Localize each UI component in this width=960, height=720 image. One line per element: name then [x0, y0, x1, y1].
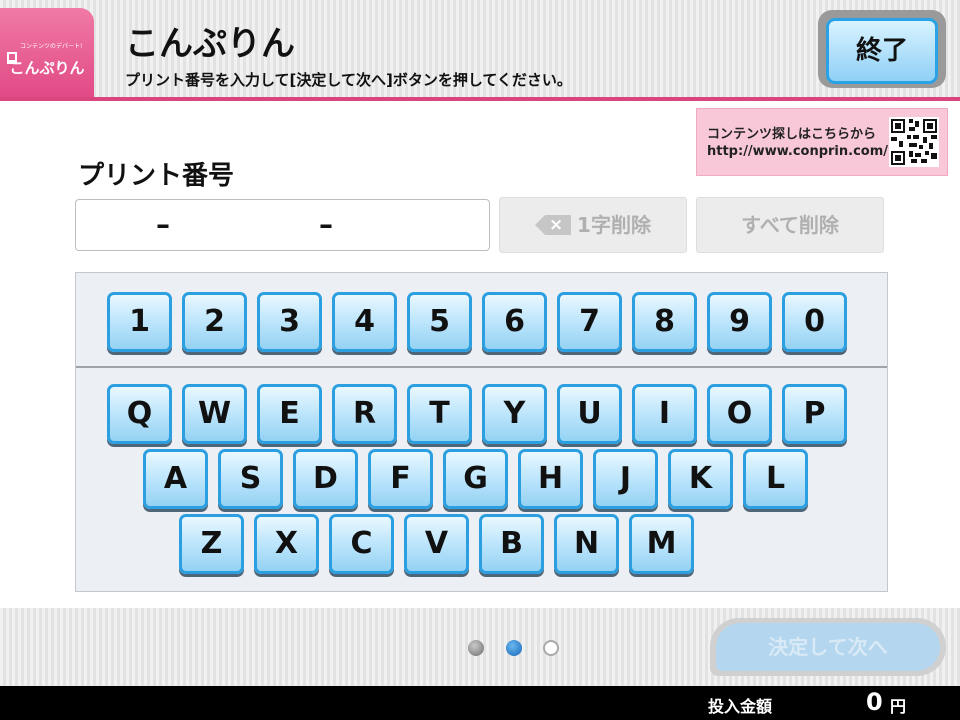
header-accent-line — [0, 97, 960, 101]
key-e[interactable]: E — [257, 384, 322, 444]
print-number-label: プリント番号 — [78, 161, 235, 191]
logo-brand: こんぷりん — [9, 59, 85, 77]
key-3[interactable]: 3 — [257, 292, 322, 352]
promo-text: コンテンツ探しはこちらから — [707, 127, 877, 142]
key-b[interactable]: B — [479, 514, 544, 574]
key-c[interactable]: C — [329, 514, 394, 574]
key-n[interactable]: N — [554, 514, 619, 574]
key-4[interactable]: 4 — [332, 292, 397, 352]
key-y[interactable]: Y — [482, 384, 547, 444]
key-u[interactable]: U — [557, 384, 622, 444]
segment-separator: – — [319, 208, 333, 241]
instruction-text: プリント番号を入力して[決定して次へ]ボタンを押してください。 — [125, 71, 572, 89]
backspace-icon: × — [535, 215, 572, 235]
key-k[interactable]: K — [668, 449, 733, 509]
status-bar: 投入金額 0 円 — [0, 686, 960, 720]
key-j[interactable]: J — [593, 449, 658, 509]
key-5[interactable]: 5 — [407, 292, 472, 352]
end-button[interactable]: 終了 — [826, 18, 938, 84]
promo-banner: コンテンツ探しはこちらから http://www.conprin.com/ — [696, 108, 948, 176]
qr-code-icon — [889, 117, 939, 167]
key-z[interactable]: Z — [179, 514, 244, 574]
app-logo: コンテンツのデパート! こんぷりん — [0, 8, 94, 97]
key-g[interactable]: G — [443, 449, 508, 509]
key-h[interactable]: H — [518, 449, 583, 509]
page-indicator-dot-3 — [543, 640, 559, 656]
confirm-next-button[interactable]: 決定して次へ — [716, 623, 940, 671]
key-t[interactable]: T — [407, 384, 472, 444]
keypad-divider — [76, 366, 887, 368]
segment-separator: – — [156, 208, 170, 241]
key-9[interactable]: 9 — [707, 292, 772, 352]
key-1[interactable]: 1 — [107, 292, 172, 352]
page-indicator-dot-2-current — [506, 640, 522, 656]
key-v[interactable]: V — [404, 514, 469, 574]
key-q[interactable]: Q — [107, 384, 172, 444]
delete-all-button[interactable]: すべて削除 — [696, 197, 884, 253]
inserted-amount-value: 0 — [866, 688, 883, 716]
next-button-frame: 決定して次へ — [710, 618, 946, 676]
key-0[interactable]: 0 — [782, 292, 847, 352]
promo-url: http://www.conprin.com/ — [707, 144, 889, 159]
key-o[interactable]: O — [707, 384, 772, 444]
key-a[interactable]: A — [143, 449, 208, 509]
delete-one-char-button[interactable]: × 1字削除 — [499, 197, 687, 253]
key-6[interactable]: 6 — [482, 292, 547, 352]
delete-one-char-label: 1字削除 — [577, 213, 651, 237]
key-i[interactable]: I — [632, 384, 697, 444]
key-f[interactable]: F — [368, 449, 433, 509]
key-8[interactable]: 8 — [632, 292, 697, 352]
key-w[interactable]: W — [182, 384, 247, 444]
end-button-frame: 終了 — [818, 10, 946, 88]
inserted-amount-label: 投入金額 — [708, 697, 773, 716]
key-m[interactable]: M — [629, 514, 694, 574]
key-r[interactable]: R — [332, 384, 397, 444]
key-s[interactable]: S — [218, 449, 283, 509]
key-d[interactable]: D — [293, 449, 358, 509]
logo-tagline: コンテンツのデパート! — [20, 43, 83, 50]
key-x[interactable]: X — [254, 514, 319, 574]
print-number-field[interactable]: – – — [75, 199, 490, 251]
page-indicator-dot-1 — [468, 640, 484, 656]
key-l[interactable]: L — [743, 449, 808, 509]
app-title: こんぷりん — [125, 24, 295, 64]
key-2[interactable]: 2 — [182, 292, 247, 352]
key-p[interactable]: P — [782, 384, 847, 444]
currency-unit: 円 — [890, 697, 907, 716]
key-7[interactable]: 7 — [557, 292, 622, 352]
